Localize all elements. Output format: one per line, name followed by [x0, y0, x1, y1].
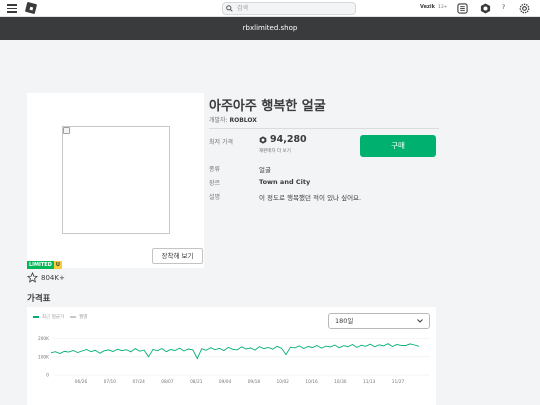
search-icon: [226, 5, 233, 12]
limited-u-badge: LIMITED U: [27, 261, 62, 269]
menu-icon[interactable]: [7, 4, 17, 13]
price-line-chart: 200K 100K 0 06/26 07/10 07/24 08/07 08/21 09/04 0…: [38, 336, 430, 385]
y-tick-label: 0: [46, 373, 49, 379]
item-title: 아주아주 행복한 얼굴: [209, 99, 326, 114]
x-tick-label: 08/07: [161, 379, 174, 385]
roblox-logo-icon[interactable]: [24, 1, 38, 15]
range-select[interactable]: 180일: [328, 313, 430, 329]
top-nav: 검색 Vezik 13+ ?: [0, 0, 540, 17]
price-value: 94,280: [259, 134, 307, 145]
x-tick-label: 10/02: [277, 379, 290, 385]
y-tick-label: 200K: [38, 336, 49, 342]
resellers-link[interactable]: 재판매자 더 보기: [259, 148, 291, 154]
genre-value[interactable]: Town and City: [259, 178, 310, 186]
chevron-down-icon: [417, 319, 423, 323]
x-tick-label: 10/16: [305, 379, 318, 385]
description-value: 이 정도로 행복했던 적이 있나 싶어요.: [259, 194, 362, 202]
creator-line: 개발자: ROBLOX: [209, 115, 257, 124]
unique-label: U: [53, 261, 62, 269]
divider: [209, 128, 439, 129]
settings-gear-icon[interactable]: [519, 3, 530, 14]
x-tick-label: 08/21: [190, 379, 203, 385]
description-label: 설명: [209, 194, 221, 201]
price-chart-card: 최근 평균가 월별 180일 200K 100K 0 06/26 07/10 07/24 0…: [27, 307, 436, 405]
buy-button[interactable]: 구매: [360, 135, 436, 157]
legend-monthly[interactable]: 월별: [79, 314, 87, 320]
x-tick-label: 11/13: [363, 379, 376, 385]
x-tick-label: 10/30: [334, 379, 347, 385]
robux-icon: [259, 135, 267, 144]
favorite-button[interactable]: 804K+: [27, 272, 65, 283]
search-input[interactable]: 검색: [222, 2, 356, 15]
broken-image-icon: [63, 127, 70, 134]
y-tick-label: 100K: [38, 354, 49, 360]
x-tick-label: 11/27: [392, 379, 405, 385]
favorite-count: 804K+: [41, 273, 65, 282]
chart-legend: 최근 평균가 월별: [33, 314, 87, 320]
series-line-recent-avg: [50, 343, 420, 360]
type-label: 종류: [209, 166, 221, 173]
creator-label: 개발자:: [209, 117, 228, 124]
x-tick-label: 07/10: [104, 379, 117, 385]
chat-icon[interactable]: [457, 3, 468, 14]
price-amount: 94,280: [270, 134, 307, 145]
item-thumbnail-image: [62, 126, 170, 234]
range-select-value: 180일: [335, 317, 354, 325]
help-icon[interactable]: ?: [502, 4, 505, 11]
domain-banner: rbxlimited.shop: [0, 17, 540, 40]
legend-recent-avg[interactable]: 최근 평균가: [42, 314, 64, 320]
search-placeholder: 검색: [237, 5, 249, 12]
type-value: 얼굴: [259, 166, 271, 174]
star-icon: [27, 272, 38, 283]
try-on-button[interactable]: 장착해 보기: [152, 248, 203, 264]
legend-swatch-recent: [33, 316, 39, 318]
username-link[interactable]: Vezik: [420, 4, 435, 10]
price-chart-title: 가격표: [27, 294, 51, 304]
x-tick-label: 06/26: [75, 379, 88, 385]
price-label: 최저 가격: [209, 139, 233, 146]
x-tick-label: 07/24: [132, 379, 145, 385]
x-tick-label: 09/04: [219, 379, 232, 385]
genre-label: 장르: [209, 180, 221, 187]
x-tick-label: 09/18: [248, 379, 261, 385]
age-label: 13+: [438, 4, 448, 10]
limited-label: LIMITED: [27, 261, 54, 269]
legend-swatch-monthly: [70, 316, 77, 318]
robux-icon[interactable]: [480, 3, 491, 14]
creator-link[interactable]: ROBLOX: [230, 117, 257, 124]
item-thumbnail-panel: 장착해 보기: [27, 93, 204, 268]
